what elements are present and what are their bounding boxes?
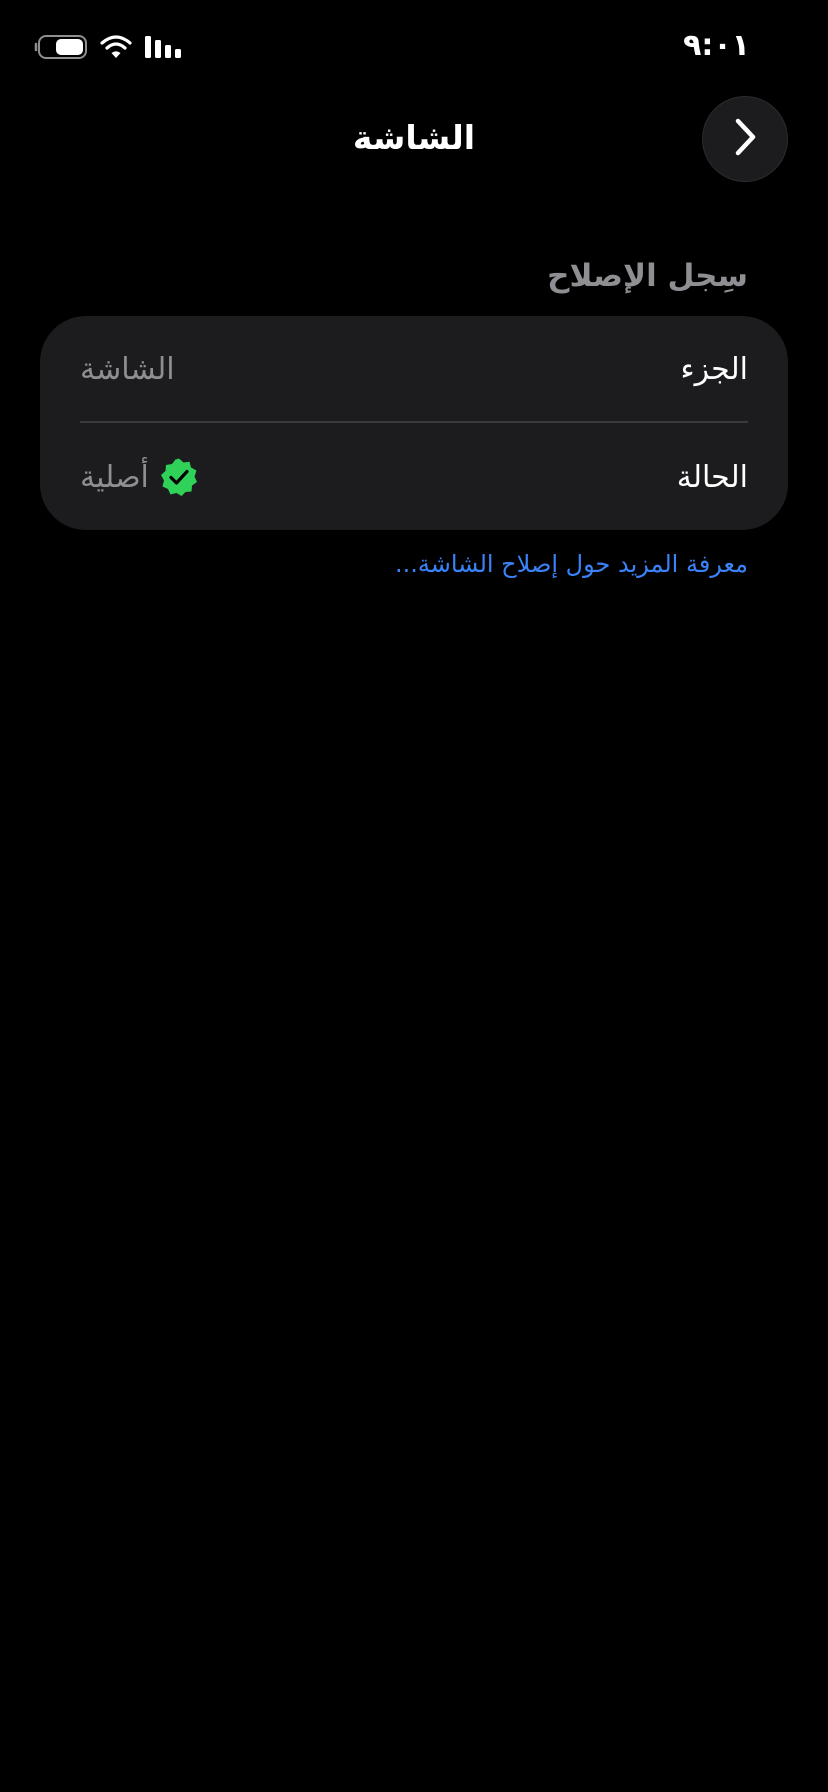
row-value-text: الشاشة	[80, 351, 175, 387]
status-bar: ٩:٠١	[0, 0, 828, 100]
nav-bar: الشاشة	[0, 96, 828, 184]
row-value: أصلية	[80, 457, 199, 497]
list-item-status: الحالة أصلية	[80, 424, 748, 530]
back-button[interactable]	[702, 96, 788, 182]
list-item-part: الجزء الشاشة	[80, 316, 748, 422]
divider	[80, 421, 748, 423]
battery-icon	[34, 34, 88, 60]
row-label: الحالة	[676, 459, 748, 495]
row-value-text: أصلية	[80, 459, 149, 495]
wifi-icon	[100, 34, 132, 60]
status-time: ٩:٠١	[683, 28, 750, 63]
verified-checkmark-icon	[159, 457, 199, 497]
chevron-right-icon	[730, 115, 760, 163]
row-value: الشاشة	[80, 352, 175, 387]
status-icons	[34, 34, 184, 60]
learn-more-link[interactable]: معرفة المزيد حول إصلاح الشاشة...	[395, 550, 748, 578]
repair-history-card: الجزء الشاشة الحالة أصلية	[40, 316, 788, 530]
cellular-signal-icon	[144, 34, 184, 60]
section-header: سِجل الإصلاح	[547, 258, 748, 294]
row-label: الجزء	[680, 351, 749, 387]
